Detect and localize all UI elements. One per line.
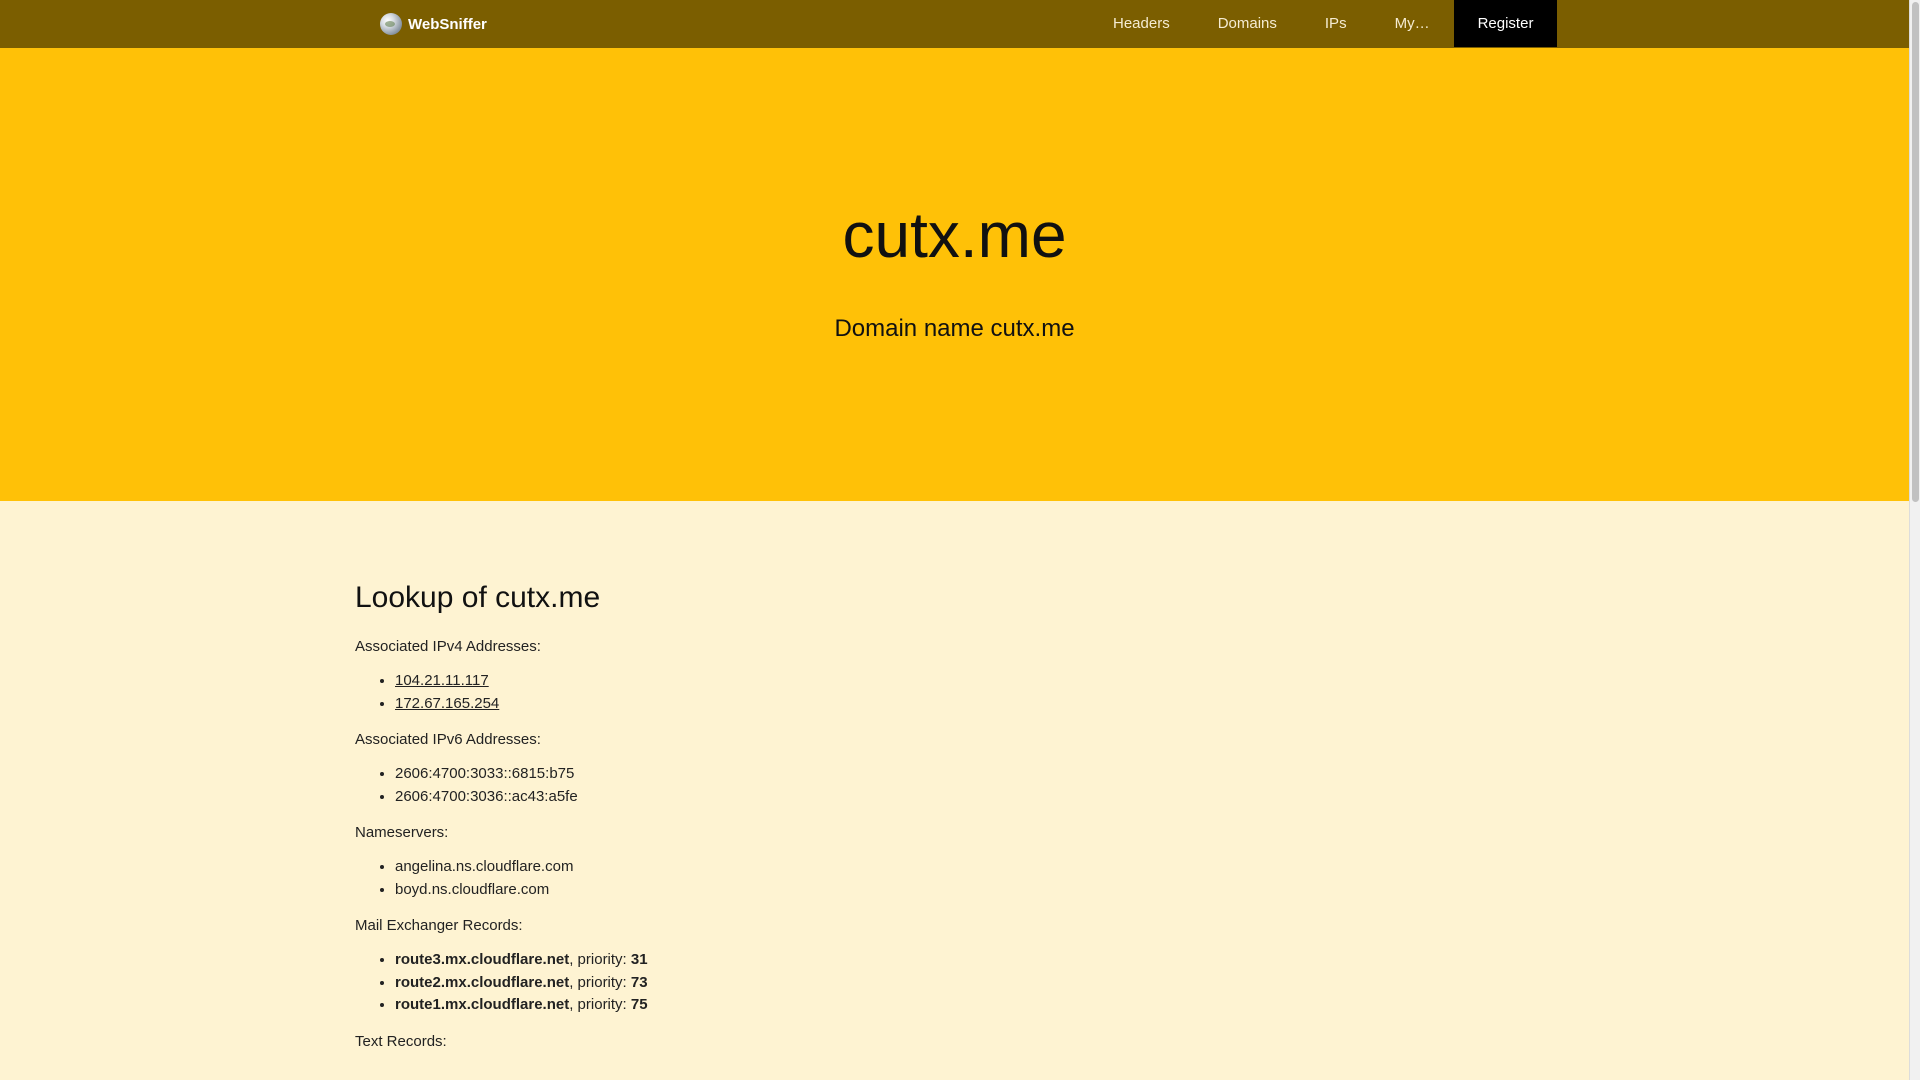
hero-subtitle: Domain name cutx.me: [834, 315, 1075, 342]
hero-title: cutx.me: [842, 199, 1067, 271]
list-item: 104.21.11.117: [395, 670, 1555, 693]
txt-label: Text Records:: [355, 1032, 447, 1050]
lookup-content: Lookup of cutx.me Associated IPv4 Addres…: [355, 578, 1555, 1065]
nav-link-headers[interactable]: Headers: [1089, 0, 1194, 47]
lookup-heading: Lookup of cutx.me: [355, 581, 601, 614]
list-item: route1.mx.cloudflare.net, priority: 75: [395, 994, 1555, 1017]
vertical-scrollbar[interactable]: [1909, 0, 1920, 1080]
scrollbar-thumb[interactable]: [1912, 2, 1919, 502]
mx-priority: 31: [630, 951, 648, 968]
mx-list: route3.mx.cloudflare.net, priority: 31 r…: [355, 949, 1555, 1017]
list-item: 172.67.165.254: [395, 693, 1555, 716]
mx-priority-label: , priority:: [569, 951, 631, 968]
nav-link-my[interactable]: My…: [1371, 0, 1454, 47]
ipv6-list: 2606:4700:3033::6815:b75 2606:4700:3036:…: [355, 763, 1555, 808]
register-button[interactable]: Register: [1453, 0, 1558, 47]
list-item: angelina.ns.cloudflare.com: [395, 856, 1555, 879]
hero-banner: cutx.me Domain name cutx.me: [0, 48, 1909, 501]
brand-name: WebSniffer: [408, 15, 487, 33]
mx-label: Mail Exchanger Records:: [355, 917, 523, 934]
mx-host: route1.mx.cloudflare.net: [395, 996, 570, 1013]
nameservers-list: angelina.ns.cloudflare.com boyd.ns.cloud…: [355, 856, 1555, 901]
mx-host: route3.mx.cloudflare.net: [395, 951, 570, 968]
nav-link-ips[interactable]: IPs: [1301, 0, 1371, 47]
ipv6-label: Associated IPv6 Addresses:: [355, 731, 541, 748]
list-item: boyd.ns.cloudflare.com: [395, 879, 1555, 902]
mx-priority: 73: [630, 973, 648, 991]
list-item: route2.mx.cloudflare.net, priority: 73: [395, 972, 1555, 995]
mx-priority-label: , priority:: [569, 973, 631, 991]
ipv4-link[interactable]: 104.21.11.117: [395, 672, 489, 689]
ipv4-link[interactable]: 172.67.165.254: [395, 695, 499, 712]
page: WebSniffer Headers Domains IPs My… Regis…: [0, 0, 1909, 1080]
mx-host: route2.mx.cloudflare.net: [395, 973, 570, 991]
nameservers-label: Nameservers:: [355, 824, 449, 841]
list-item: 2606:4700:3036::ac43:a5fe: [395, 786, 1555, 809]
list-item: 2606:4700:3033::6815:b75: [395, 763, 1555, 786]
ipv4-list: 104.21.11.117 172.67.165.254: [355, 670, 1555, 715]
mx-priority-label: , priority:: [569, 996, 631, 1013]
mx-priority: 75: [630, 996, 648, 1013]
nav-link-domains[interactable]: Domains: [1194, 0, 1301, 47]
list-item: route3.mx.cloudflare.net, priority: 31: [395, 949, 1555, 972]
nav-links: Headers Domains IPs My… Register: [1089, 0, 1558, 47]
top-navbar: WebSniffer Headers Domains IPs My… Regis…: [0, 0, 1909, 49]
brand-link[interactable]: WebSniffer: [380, 0, 487, 48]
browser-viewport: WebSniffer Headers Domains IPs My… Regis…: [0, 0, 1920, 1080]
ipv4-label: Associated IPv4 Addresses:: [355, 638, 541, 655]
globe-icon: [380, 13, 402, 35]
